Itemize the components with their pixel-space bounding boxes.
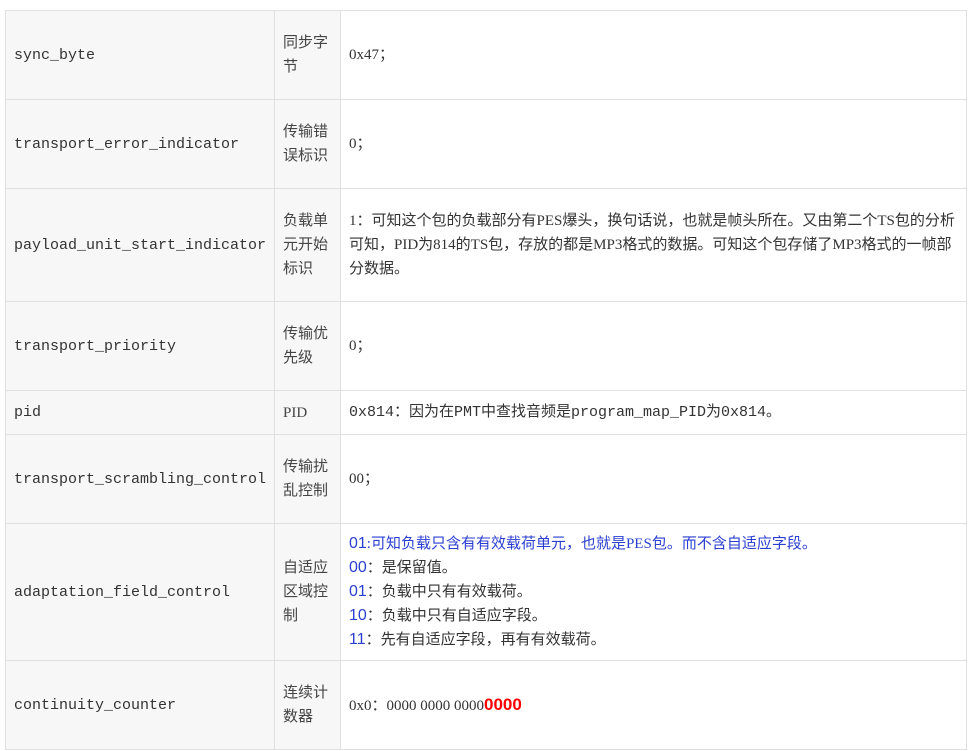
field-label: 连续计数器 bbox=[274, 660, 341, 750]
field-name: transport_error_indicator bbox=[5, 99, 275, 189]
desc-line: 01：负载中只有有效载荷。 bbox=[349, 580, 958, 604]
field-description: 0； bbox=[340, 99, 967, 189]
desc-line-code: 11 bbox=[349, 631, 366, 648]
field-label: 同步字节 bbox=[274, 10, 341, 100]
counter-value: 0x0：0000 0000 0000 bbox=[349, 697, 485, 714]
desc-line: 11：先有自适应字段，再有有效载荷。 bbox=[349, 628, 958, 652]
field-name: pid bbox=[5, 390, 275, 435]
desc-line-text: ：负载中只有自适应字段。 bbox=[366, 608, 547, 624]
field-label: PID bbox=[274, 390, 341, 435]
desc-line-text: :可知负载只含有有效载荷单元，也就是PES包。而不含自适应字段。 bbox=[366, 536, 817, 552]
table-row: transport_priority 传输优先级 0； bbox=[5, 301, 967, 391]
field-label: 传输优先级 bbox=[274, 301, 341, 391]
table-row: continuity_counter 连续计数器 0x0：0000 0000 0… bbox=[5, 660, 967, 750]
desc-line-text: ：是保留值。 bbox=[366, 560, 457, 576]
desc-line: 10：负载中只有自适应字段。 bbox=[349, 604, 958, 628]
field-description: 1：可知这个包的负载部分有PES爆头，换句话说，也就是帧头所在。又由第二个TS包… bbox=[340, 188, 967, 302]
field-label: 负载单元开始标识 bbox=[274, 188, 341, 302]
ts-header-table: sync_byte 同步字节 0x47； transport_error_ind… bbox=[5, 10, 967, 750]
table-row: payload_unit_start_indicator 负载单元开始标识 1：… bbox=[5, 188, 967, 302]
desc-line-text: ：先有自适应字段，再有有效载荷。 bbox=[365, 632, 606, 648]
field-description: 0； bbox=[340, 301, 967, 391]
table-row: pid PID 0x814：因为在PMT中查找音频是program_map_PI… bbox=[5, 390, 967, 435]
field-description: 0x814：因为在PMT中查找音频是program_map_PID为0x814。 bbox=[340, 390, 967, 435]
desc-line-code: 10 bbox=[349, 607, 367, 624]
desc-line-code: 00 bbox=[349, 559, 367, 576]
counter-highlight: 0000 bbox=[484, 694, 522, 714]
field-description: 0x47； bbox=[340, 10, 967, 100]
field-description: 00； bbox=[340, 434, 967, 524]
desc-line-code: 01 bbox=[349, 535, 367, 552]
desc-line: 00：是保留值。 bbox=[349, 556, 958, 580]
field-description: 0x0：0000 0000 00000000 bbox=[340, 660, 967, 750]
desc-line: 01:可知负载只含有有效载荷单元，也就是PES包。而不含自适应字段。 bbox=[349, 532, 958, 556]
field-name: transport_priority bbox=[5, 301, 275, 391]
table-row: adaptation_field_control 自适应区域控制 01:可知负载… bbox=[5, 523, 967, 661]
field-label: 传输错误标识 bbox=[274, 99, 341, 189]
field-label: 传输扰乱控制 bbox=[274, 434, 341, 524]
field-name: transport_scrambling_control bbox=[5, 434, 275, 524]
table-row: transport_scrambling_control 传输扰乱控制 00； bbox=[5, 434, 967, 524]
field-name: sync_byte bbox=[5, 10, 275, 100]
field-name: payload_unit_start_indicator bbox=[5, 188, 275, 302]
table-row: transport_error_indicator 传输错误标识 0； bbox=[5, 99, 967, 189]
field-description: 01:可知负载只含有有效载荷单元，也就是PES包。而不含自适应字段。 00：是保… bbox=[340, 523, 967, 661]
desc-line-code: 01 bbox=[349, 583, 367, 600]
field-name: adaptation_field_control bbox=[5, 523, 275, 661]
table-row: sync_byte 同步字节 0x47； bbox=[5, 10, 967, 100]
field-name: continuity_counter bbox=[5, 660, 275, 750]
desc-line-text: ：负载中只有有效载荷。 bbox=[366, 584, 532, 600]
field-label: 自适应区域控制 bbox=[274, 523, 341, 661]
